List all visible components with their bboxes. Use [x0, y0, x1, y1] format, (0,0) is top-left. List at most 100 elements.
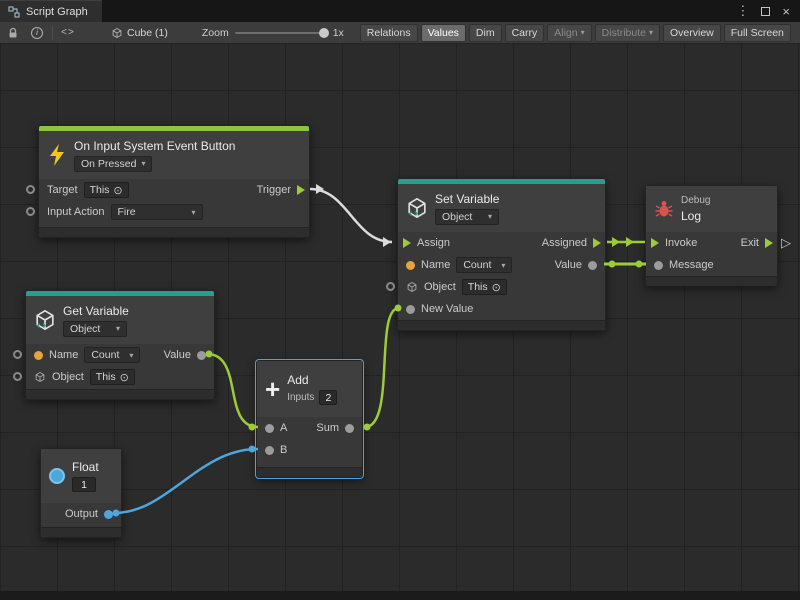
event-mode-dropdown[interactable]: On Pressed ▾ [74, 156, 152, 172]
distribute-button[interactable]: Distribute▾ [595, 24, 660, 42]
node-title: Set Variable [435, 192, 499, 206]
target-icon: ⊙ [492, 281, 501, 294]
output-out-port[interactable] [104, 510, 113, 519]
target-icon: ⊙ [113, 184, 122, 197]
node-row-object: Object This ⊙ [398, 276, 605, 298]
node-header: Set Variable Object ▾ [398, 184, 605, 232]
flow-arrow-outline-icon[interactable]: ▷ [781, 235, 791, 251]
variable-name-dropdown[interactable]: Count ▾ [84, 347, 140, 363]
lock-icon[interactable] [4, 24, 22, 42]
close-icon[interactable]: × [782, 4, 790, 19]
tab-script-graph[interactable]: Script Graph [0, 0, 102, 22]
graph-object-reference[interactable]: Cube (1) [111, 27, 168, 39]
target-self-chip[interactable]: This ⊙ [84, 182, 129, 198]
sum-out-port[interactable] [345, 424, 354, 433]
zoom-slider-handle[interactable] [319, 28, 329, 38]
graph-canvas[interactable]: On Input System Event Button On Pressed … [0, 44, 800, 591]
zoom-slider[interactable] [235, 32, 327, 34]
zoom-value: 1x [333, 27, 344, 39]
port-input-action-in[interactable] [26, 207, 35, 216]
trigger-out-port[interactable] [297, 185, 305, 195]
assigned-out-port[interactable] [593, 238, 601, 248]
cube-icon [111, 27, 123, 39]
sum-label: Sum [316, 422, 339, 434]
assign-in-port[interactable] [403, 238, 411, 248]
port-object-in[interactable] [386, 282, 395, 291]
name-label: Name [421, 259, 450, 271]
port-name-in[interactable] [13, 350, 22, 359]
object-self-chip[interactable]: This ⊙ [462, 279, 507, 295]
values-button[interactable]: Values [421, 24, 466, 42]
wire-arrow [626, 237, 634, 247]
invoke-label: Invoke [665, 237, 697, 249]
node-header: On Input System Event Button On Pressed … [39, 131, 309, 179]
message-label: Message [669, 259, 714, 271]
node-row-message: Message [646, 254, 777, 276]
node-set-variable[interactable]: Set Variable Object ▾ Assign Assigned Na… [397, 178, 606, 331]
caret-down-icon: ▾ [141, 159, 145, 168]
trigger-label: Trigger [257, 184, 291, 196]
node-title: Float [72, 460, 99, 474]
assign-label: Assign [417, 237, 450, 249]
value-out-port[interactable] [588, 261, 597, 270]
node-footer [398, 320, 605, 330]
input-action-dropdown[interactable]: Fire ▾ [111, 204, 203, 220]
node-row-name: Name Count ▾ Value [26, 344, 214, 366]
message-in-port[interactable] [654, 261, 663, 270]
caret-down-icon: ▾ [129, 351, 133, 360]
object-self-chip[interactable]: This ⊙ [90, 369, 135, 385]
node-title: Add [287, 373, 308, 387]
node-get-variable[interactable]: Get Variable Object ▾ Name Count ▾ Value [25, 290, 215, 400]
caret-down-icon: ▾ [649, 28, 653, 37]
bug-icon [654, 199, 674, 219]
invoke-in-port[interactable] [651, 238, 659, 248]
port-target-in[interactable] [26, 185, 35, 194]
node-title: Get Variable [63, 304, 129, 318]
node-float-literal[interactable]: Float 1 Output [40, 448, 122, 538]
window-buttons: ⋮ × [736, 0, 800, 22]
name-in-port[interactable] [406, 261, 415, 270]
node-footer [26, 389, 214, 399]
exit-out-port[interactable] [765, 238, 773, 248]
node-on-input-system-event[interactable]: On Input System Event Button On Pressed … [38, 125, 310, 238]
node-row-assign: Assign Assigned [398, 232, 605, 254]
node-row-input-action: Input Action Fire ▾ [39, 201, 309, 223]
dim-button[interactable]: Dim [469, 24, 502, 42]
node-add[interactable]: + Add Inputs 2 A Sum B [256, 360, 363, 478]
value-label: Value [555, 259, 582, 271]
node-header: + Add Inputs 2 [257, 361, 362, 417]
caret-down-icon: ▾ [581, 28, 585, 37]
graph-toolbar: i <> Cube (1) Zoom 1x Relations Values D… [0, 22, 800, 44]
graph-icon [8, 6, 20, 18]
fullscreen-button[interactable]: Full Screen [724, 24, 791, 42]
variable-name-dropdown[interactable]: Count ▾ [456, 257, 512, 273]
new-value-in-port[interactable] [406, 305, 415, 314]
variable-cube-icon [34, 308, 56, 332]
b-in-port[interactable] [265, 446, 274, 455]
code-icon[interactable]: <> [59, 24, 77, 42]
port-object-in[interactable] [13, 372, 22, 381]
node-debug-log[interactable]: Debug Log Invoke Exit Message [645, 185, 778, 286]
align-button[interactable]: Align▾ [547, 24, 591, 42]
value-out-port[interactable] [197, 351, 206, 360]
variable-scope-dropdown[interactable]: Object ▾ [435, 209, 499, 225]
info-icon[interactable]: i [28, 24, 46, 42]
object-label: Object [424, 281, 456, 293]
a-in-port[interactable] [265, 424, 274, 433]
node-title: On Input System Event Button [74, 139, 235, 153]
overview-button[interactable]: Overview [663, 24, 721, 42]
exit-label: Exit [741, 237, 759, 249]
carry-button[interactable]: Carry [505, 24, 545, 42]
kebab-menu-icon[interactable]: ⋮ [736, 3, 749, 19]
inputs-count-field[interactable]: 2 [319, 390, 337, 405]
object-label: Object [52, 371, 84, 383]
float-value-field[interactable]: 1 [72, 477, 96, 492]
node-row-a: A Sum [257, 417, 362, 439]
variable-scope-dropdown[interactable]: Object ▾ [63, 321, 127, 337]
relations-button[interactable]: Relations [360, 24, 418, 42]
maximize-icon[interactable] [761, 7, 770, 16]
name-in-port[interactable] [34, 351, 43, 360]
lightning-icon [47, 143, 67, 167]
node-row-object: Object This ⊙ [26, 366, 214, 388]
wire-trigger-assign [310, 189, 392, 242]
